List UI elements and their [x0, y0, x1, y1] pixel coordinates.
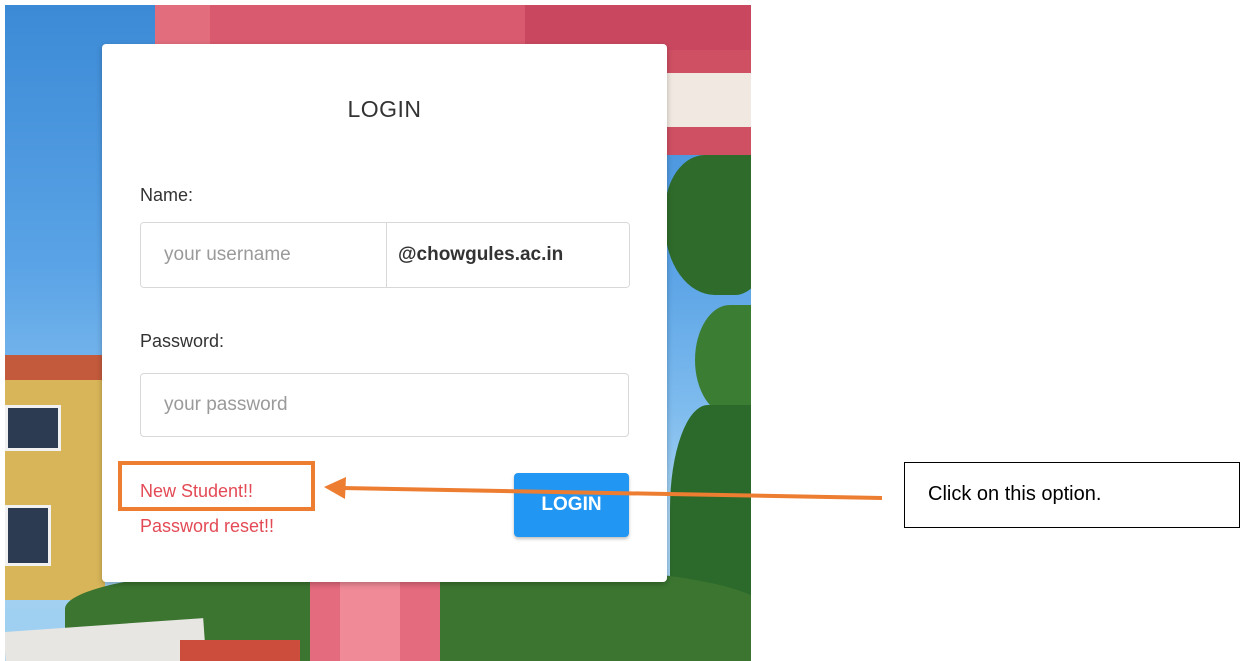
callout-text: Click on this option. — [928, 483, 1102, 505]
arrow-line — [341, 486, 883, 500]
arrow-head-icon — [324, 477, 346, 499]
callout-box: Click on this option. — [904, 462, 1240, 528]
annotation-arrow — [324, 477, 883, 500]
